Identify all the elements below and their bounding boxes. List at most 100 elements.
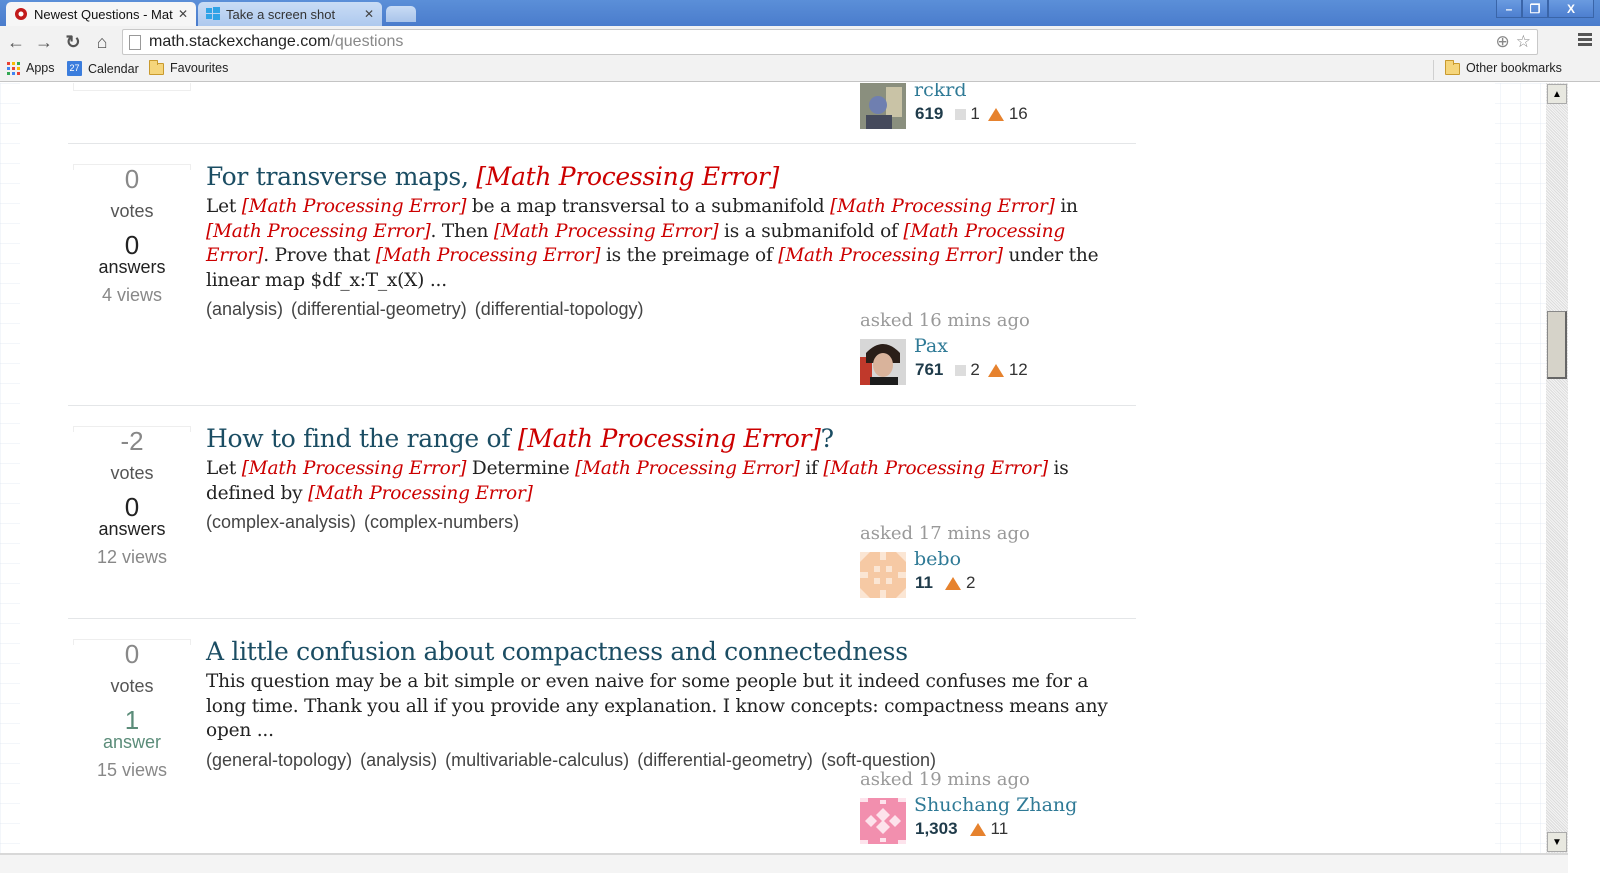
question-excerpt: Let [Math Processing Error] Determine [M… xyxy=(206,457,1126,506)
tag-link[interactable]: (soft-question) xyxy=(821,750,936,770)
minimize-button[interactable]: – xyxy=(1496,0,1522,18)
user-reputation: 619 1 16 xyxy=(915,104,1028,124)
bookmark-apps[interactable]: Apps xyxy=(7,61,55,75)
bookmark-label: Apps xyxy=(26,61,55,75)
tab-take-screenshot[interactable]: Take a screen shot ✕ xyxy=(198,2,382,26)
windows-icon xyxy=(206,7,220,21)
user-reputation: 761 2 12 xyxy=(915,360,1028,380)
user-card: Pax 761 2 12 xyxy=(860,335,1140,387)
user-reputation: 1,303 11 xyxy=(915,819,1008,839)
bookmark-star-icon[interactable]: ☆ xyxy=(1516,32,1531,52)
question-owner: asked 16 mins ago Pax 761 2 12 xyxy=(860,309,1140,387)
view-count: 15 views xyxy=(96,760,168,780)
badge-count: 1 xyxy=(970,104,980,123)
tag-link[interactable]: (multivariable-calculus) xyxy=(445,750,629,770)
view-count: 12 views xyxy=(96,547,168,567)
bookmark-calendar[interactable]: 27 Calendar xyxy=(67,61,139,76)
tag-link[interactable]: (analysis) xyxy=(360,750,437,770)
question-owner: asked 19 mins ago Shuchang Zhang 1,303 1… xyxy=(860,768,1140,846)
tag-link[interactable]: (complex-numbers) xyxy=(364,512,519,532)
reputation-score: 11 xyxy=(915,573,933,592)
avatar[interactable] xyxy=(860,552,906,598)
reload-icon[interactable]: ↻ xyxy=(61,30,85,54)
back-icon[interactable]: ← xyxy=(4,30,28,54)
title-text: ? xyxy=(820,424,834,453)
title-text: For transverse maps, xyxy=(206,162,477,191)
user-name-link[interactable]: bebo xyxy=(914,548,961,570)
badge-count: 2 xyxy=(965,573,976,592)
forward-icon[interactable]: → xyxy=(32,30,56,54)
folder-icon xyxy=(149,60,164,75)
user-name-link[interactable]: rckrd xyxy=(914,83,966,101)
question-stats: -2 votes 0 answers 12 views xyxy=(73,426,191,568)
zoom-icon[interactable]: ⊕ xyxy=(1496,32,1510,52)
close-tab-icon[interactable]: ✕ xyxy=(178,7,188,21)
scrollbar-thumb[interactable] xyxy=(1547,311,1567,379)
user-reputation: 11 2 xyxy=(915,573,975,593)
user-name-link[interactable]: Shuchang Zhang xyxy=(914,794,1077,816)
tag-link[interactable]: (differential-topology) xyxy=(475,299,644,319)
excerpt-text: in xyxy=(1054,196,1078,217)
views-count: 6 views xyxy=(102,83,162,85)
bookmark-label: Favourites xyxy=(170,61,229,75)
question-stats: 0 votes 0 answers 4 views xyxy=(73,164,191,306)
restore-button[interactable]: ❐ xyxy=(1522,0,1548,18)
user-card: rckrd 619 1 16 xyxy=(860,83,1140,131)
avatar[interactable] xyxy=(860,83,906,129)
question-owner: asked 17 mins ago bebo 11 2 xyxy=(860,522,1140,600)
tag-link[interactable]: (differential-geometry) xyxy=(291,299,467,319)
bookmark-other[interactable]: Other bookmarks xyxy=(1445,60,1562,75)
new-tab-button[interactable] xyxy=(386,6,416,22)
tag-link[interactable]: (complex-analysis) xyxy=(206,512,356,532)
home-icon[interactable]: ⌂ xyxy=(90,30,114,54)
user-card: bebo 11 2 xyxy=(860,548,1140,600)
tab-newest-questions[interactable]: Newest Questions - Mat ✕ xyxy=(6,2,196,26)
votes-label: votes xyxy=(110,463,154,483)
question-summary: 0 votes 1 answer 15 views A little confu… xyxy=(68,618,1136,873)
window-controls: – ❐ X xyxy=(1496,0,1594,18)
excerpt-text: Let xyxy=(206,458,242,479)
bronze-badge-icon xyxy=(969,822,986,836)
question-title-link[interactable]: How to find the range of [Math Processin… xyxy=(206,423,1126,455)
asked-time: asked 16 mins ago xyxy=(860,310,1030,331)
question-excerpt: Let [Math Processing Error] be a map tra… xyxy=(206,195,1126,293)
bookmark-label: Other bookmarks xyxy=(1466,61,1562,75)
menu-icon[interactable] xyxy=(1578,33,1592,48)
reputation-score: 619 xyxy=(915,104,944,123)
question-title-link[interactable]: For transverse maps, [Math Processing Er… xyxy=(206,161,1126,193)
bookmark-favourites[interactable]: Favourites xyxy=(149,60,229,75)
address-bar[interactable]: math.stackexchange.com/questions ⊕ ☆ xyxy=(122,29,1538,55)
tab-title: Take a screen shot xyxy=(226,6,336,22)
close-tab-icon[interactable]: ✕ xyxy=(364,7,374,21)
scroll-up-arrow-icon[interactable]: ▲ xyxy=(1547,84,1567,104)
bronze-square-badge-icon xyxy=(955,364,967,376)
user-name-link[interactable]: Pax xyxy=(914,335,948,357)
question-title-link[interactable]: A little confusion about compactness and… xyxy=(206,636,1126,668)
stackexchange-icon xyxy=(14,7,28,21)
avatar[interactable] xyxy=(860,339,906,385)
close-window-button[interactable]: X xyxy=(1548,0,1594,18)
tag-link[interactable]: (analysis) xyxy=(206,299,283,319)
title-text: A little confusion about compactness and… xyxy=(206,637,908,666)
question-summary: -2 votes 0 answers 12 views How to find … xyxy=(68,405,1136,618)
math-error: [Math Processing Error] xyxy=(575,458,800,479)
scroll-down-arrow-icon[interactable]: ▼ xyxy=(1547,832,1567,852)
page-icon xyxy=(129,34,141,50)
tag-link[interactable]: (differential-geometry) xyxy=(637,750,813,770)
badge-count: 2 xyxy=(970,360,980,379)
question-summary: 0 votes 0 answers 4 views For transverse… xyxy=(68,143,1136,405)
avatar[interactable] xyxy=(860,798,906,844)
answers-label: answer xyxy=(102,732,162,752)
vertical-scrollbar[interactable]: ▲ ▼ xyxy=(1546,83,1568,853)
math-error: [Math Processing Error] xyxy=(476,162,779,191)
math-error: [Math Processing Error] xyxy=(778,245,1003,266)
votes-label: votes xyxy=(110,676,154,696)
math-error: [Math Processing Error] xyxy=(823,458,1048,479)
tag-link[interactable]: (general-topology) xyxy=(206,750,352,770)
window-edge xyxy=(1568,83,1600,873)
calendar-icon: 27 xyxy=(67,61,82,76)
folder-icon xyxy=(1445,60,1460,75)
excerpt-text: . Prove that xyxy=(263,245,376,266)
math-error: [Math Processing Error] xyxy=(308,482,533,504)
excerpt-text: be a map transversal to a submanifold xyxy=(466,196,831,217)
